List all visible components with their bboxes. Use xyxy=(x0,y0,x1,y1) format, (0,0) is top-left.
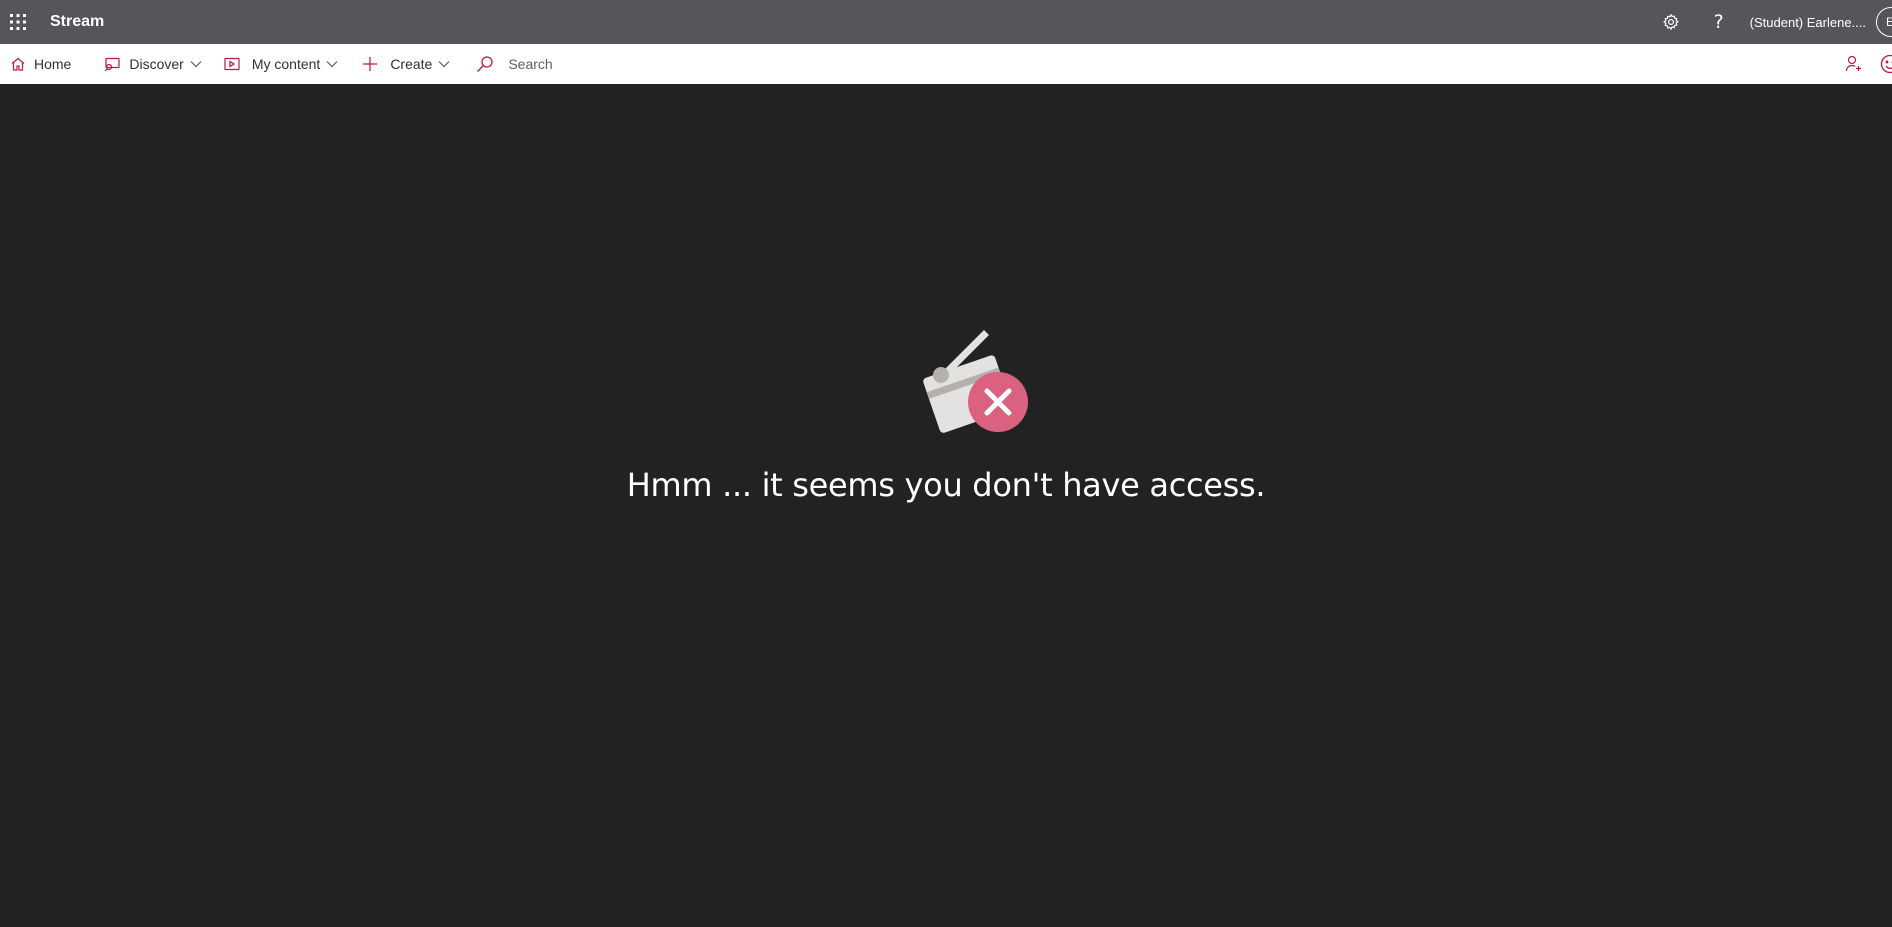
discover-icon xyxy=(104,57,120,72)
chevron-down-icon xyxy=(190,61,202,68)
feedback-button[interactable] xyxy=(1872,44,1892,84)
main-content xyxy=(0,84,1892,927)
nav-create-label: Create xyxy=(390,56,433,72)
search-box[interactable] xyxy=(466,44,720,84)
chevron-down-icon xyxy=(326,61,338,68)
plus-icon xyxy=(363,57,378,71)
account-name[interactable]: (Student) Earlene.... xyxy=(1750,15,1866,30)
waffle-icon xyxy=(10,14,26,30)
nav-discover-label: Discover xyxy=(129,56,184,72)
suite-header-right: ? (Student) Earlene.... E xyxy=(1647,0,1892,44)
suite-header: Stream ? (Student) Earlene.... E xyxy=(0,0,1892,44)
settings-button[interactable] xyxy=(1647,0,1695,44)
feedback-smiley-icon xyxy=(1880,54,1892,74)
person-add-icon xyxy=(1845,55,1861,72)
nav-home-label: Home xyxy=(34,56,72,72)
nav-right-actions xyxy=(1836,44,1892,84)
help-button[interactable]: ? xyxy=(1695,0,1743,44)
person-add-button[interactable] xyxy=(1836,44,1872,84)
my-content-icon xyxy=(224,57,240,71)
search-input[interactable] xyxy=(506,55,711,73)
chevron-down-icon xyxy=(438,61,450,68)
clapperboard-denied-icon xyxy=(923,330,1028,433)
home-icon xyxy=(11,57,25,71)
settings-icon xyxy=(1662,13,1679,31)
nav-my-content-label: My content xyxy=(251,56,321,72)
access-denied-message: Hmm ... it seems you don't have access. xyxy=(626,466,1266,504)
stream-nav-bar: Home Discover My content Create xyxy=(0,44,1892,84)
nav-discover[interactable]: Discover xyxy=(93,44,211,84)
app-launcher-button[interactable] xyxy=(0,0,36,44)
avatar[interactable]: E xyxy=(1876,7,1892,37)
help-icon: ? xyxy=(1713,11,1724,33)
search-icon xyxy=(477,56,493,72)
nav-home[interactable]: Home xyxy=(0,44,81,84)
nav-my-content[interactable]: My content xyxy=(214,44,348,84)
app-title[interactable]: Stream xyxy=(50,13,104,31)
avatar-initial: E xyxy=(1886,15,1892,29)
nav-create[interactable]: Create xyxy=(352,44,460,84)
